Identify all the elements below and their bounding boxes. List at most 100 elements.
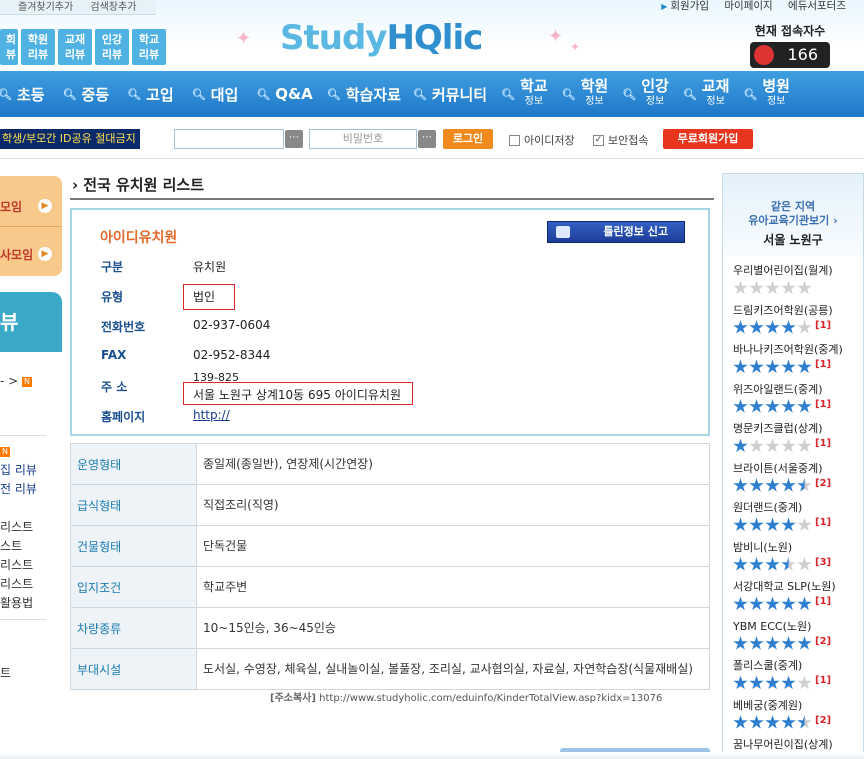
nav-item-lecture-info[interactable]: 🔍︎ 인강 정보 [622, 79, 669, 109]
nearby-item-name[interactable]: 꿈나무어린이집(상계) [733, 736, 833, 752]
edu-supporters-link[interactable]: 에듀서포터즈 [788, 0, 846, 12]
nearby-item-name[interactable]: YBM ECC(노원) [733, 618, 831, 634]
nearby-item-name[interactable]: 드림키즈어학원(공릉) [733, 302, 833, 318]
info-label-homepage: 홈페이지 [101, 410, 146, 424]
nearby-item[interactable]: 브라이튼(서울중계) [2] [733, 460, 831, 494]
free-signup-button[interactable]: 무료회원가입 [663, 129, 753, 149]
nav-item-middle[interactable]: 🔍︎ 중등 [63, 84, 110, 105]
nav-item-academy-info[interactable]: 🔍︎ 학원 정보 [562, 79, 609, 109]
nav-item-textbook-info[interactable]: 🔍︎ 교재 정보 [683, 79, 730, 109]
nearby-item-name[interactable]: 베베궁(중계원) [733, 697, 831, 713]
list-item[interactable]: - > N [0, 372, 46, 391]
info-value-phone: 02-937-0604 [193, 318, 271, 332]
nav-item-school-info[interactable]: 🔍︎ 학교 정보 [501, 79, 548, 109]
login-button[interactable]: 로그인 [443, 129, 493, 149]
star-rating: [2] [733, 478, 831, 494]
secure-login-checkbox[interactable]: ✓ 보안접속 [593, 132, 648, 148]
nearby-item[interactable]: 폴리스쿨(중계) [1] [733, 657, 831, 691]
nearby-item[interactable]: 서강대학교 SLP(노원) [1] [733, 578, 836, 612]
nav-item-hospital-info[interactable]: 🔍︎ 병원 정보 [743, 79, 790, 109]
list-item[interactable]: 리스트 [0, 556, 46, 575]
mini-tab-lecture-review[interactable]: 인강 리뷰 [95, 29, 129, 65]
star-rating: [1] [733, 596, 836, 612]
list-item[interactable] [0, 410, 46, 429]
nearby-item-name[interactable]: 서강대학교 SLP(노원) [733, 578, 836, 594]
star-icon [765, 517, 780, 532]
mini-tab[interactable]: 회뷰 [0, 29, 18, 65]
nearby-item-name[interactable]: 바나나키즈어학원(중계) [733, 341, 843, 357]
star-icon [749, 399, 764, 413]
nearby-item[interactable]: YBM ECC(노원) [2] [733, 618, 831, 652]
password-input[interactable]: 비밀번호 [309, 129, 417, 149]
search-add-link[interactable]: 검색창추가 [90, 2, 136, 13]
bookmark-link[interactable]: 즐겨찾기추가 [18, 2, 73, 13]
nearby-item-name[interactable]: 원더랜드(중계) [733, 499, 831, 515]
nav-item-study-materials[interactable]: 🔍︎ 학습자료 [327, 84, 401, 105]
info-label-category: 구분 [101, 260, 124, 274]
star-icon [781, 557, 796, 571]
nearby-item-name[interactable]: 위즈아일랜드(중계) [733, 381, 831, 397]
nav-item-university[interactable]: 🔍︎ 대입 [192, 84, 239, 105]
nearby-item-name[interactable]: 폴리스쿨(중계) [733, 657, 831, 673]
list-item[interactable]: 집 리뷰 [0, 461, 46, 480]
list-item[interactable]: 활용법 [0, 594, 46, 613]
nav-item-qna[interactable]: 🔍︎ Q&A [256, 85, 312, 103]
report-wrong-info-button[interactable]: 틀린정보 신고 [547, 221, 685, 243]
nav-item-high-entrance[interactable]: 🔍︎ 고입 [127, 84, 174, 105]
review-count: [3] [815, 556, 832, 568]
nearby-item[interactable]: 바나나키즈어학원(중계) [1] [733, 341, 843, 375]
mini-tab-textbook-review[interactable]: 교재 리뷰 [58, 29, 92, 65]
connected-label: 현재 접속자수 [754, 24, 826, 38]
mini-tab-academy-review[interactable]: 학원 리뷰 [21, 29, 55, 65]
address-copy-button[interactable]: [주소복사] [270, 693, 316, 704]
info-value-homepage[interactable]: http:// [193, 408, 230, 422]
page: 즐겨찾기추가 검색창추가 ▶ 회원가입 마이페이지 에듀서포터즈 회뷰 학원 리뷰 … [0, 0, 864, 759]
signup-link[interactable]: ▶ 회원가입 [661, 0, 709, 12]
keyboard-icon[interactable]: ⋯ [418, 130, 436, 148]
search-icon: 🔍︎ [62, 87, 77, 101]
nearby-item-name[interactable]: 명문키즈클럽(상계) [733, 420, 831, 436]
nav-item-elementary[interactable]: 🔍︎ 초등 [0, 84, 45, 105]
nearby-item-name[interactable]: 우리별어린이집(월계) [733, 262, 833, 278]
star-icon [765, 557, 780, 571]
star-decoration-icon: ✦ [548, 26, 564, 47]
nearby-item[interactable]: 밤비니(노원) [3] [733, 539, 831, 573]
keyboard-icon[interactable]: ⋯ [285, 130, 303, 148]
list-item[interactable]: 트 [0, 664, 46, 683]
nearby-item[interactable]: 원더랜드(중계) [1] [733, 499, 831, 533]
nearby-item[interactable]: 우리별어린이집(월계) [733, 262, 833, 296]
nearby-item[interactable]: 위즈아일랜드(중계) [1] [733, 381, 831, 415]
nearby-item[interactable]: 드림키즈어학원(공릉) [1] [733, 302, 833, 336]
list-item[interactable] [0, 499, 46, 518]
mypage-link[interactable]: 마이페이지 [724, 0, 772, 12]
left-group-item[interactable]: 모임 [0, 198, 22, 215]
star-icon [765, 636, 780, 650]
nearby-item-name[interactable]: 밤비니(노원) [733, 539, 831, 555]
details-table: 운영형태 종일제(종일반), 연장제(시간연장) 급식형태 직접조리(직영) 건물형… [70, 443, 710, 690]
table-row: 입지조건 학교주변 [70, 566, 710, 608]
list-item[interactable]: 리스트 [0, 575, 46, 594]
left-group-item[interactable]: 사모임 [0, 246, 33, 263]
arrow-right-icon[interactable]: ▶ [38, 247, 52, 261]
id-sharing-warning: 학생/부모간 ID공유 절대금지 [0, 129, 140, 149]
list-item[interactable]: 전 리뷰 [0, 480, 46, 499]
id-input[interactable] [174, 129, 284, 149]
mini-tab-school-review[interactable]: 학교 리뷰 [132, 29, 166, 65]
list-item[interactable]: 스트 [0, 537, 46, 556]
nearby-item[interactable]: 명문키즈클럽(상계) [1] [733, 420, 831, 454]
nearby-link[interactable]: 같은 지역 유아교육기관보기 › [723, 200, 863, 228]
studyholic-logo[interactable]: StudyHQlic [280, 18, 483, 58]
list-item[interactable]: N [0, 442, 46, 461]
detail-value: 도서실, 수영장, 체육실, 실내놀이실, 볼풀장, 조리실, 교사협의실, 자… [196, 648, 710, 690]
nearby-item[interactable]: 베베궁(중계원) [2] [733, 697, 831, 731]
arrow-right-icon[interactable]: ▶ [38, 199, 52, 213]
nav-item-community[interactable]: 🔍︎ 커뮤니티 [413, 84, 487, 105]
title-underline [70, 198, 714, 200]
list-item[interactable]: 리스트 [0, 518, 46, 537]
star-icon [797, 478, 812, 492]
save-id-checkbox[interactable]: 아이디저장 [509, 132, 575, 148]
nearby-item-name[interactable]: 브라이튼(서울중계) [733, 460, 831, 476]
star-icon [765, 675, 780, 690]
list-item[interactable] [0, 391, 46, 410]
search-icon: 🔍︎ [622, 87, 637, 101]
